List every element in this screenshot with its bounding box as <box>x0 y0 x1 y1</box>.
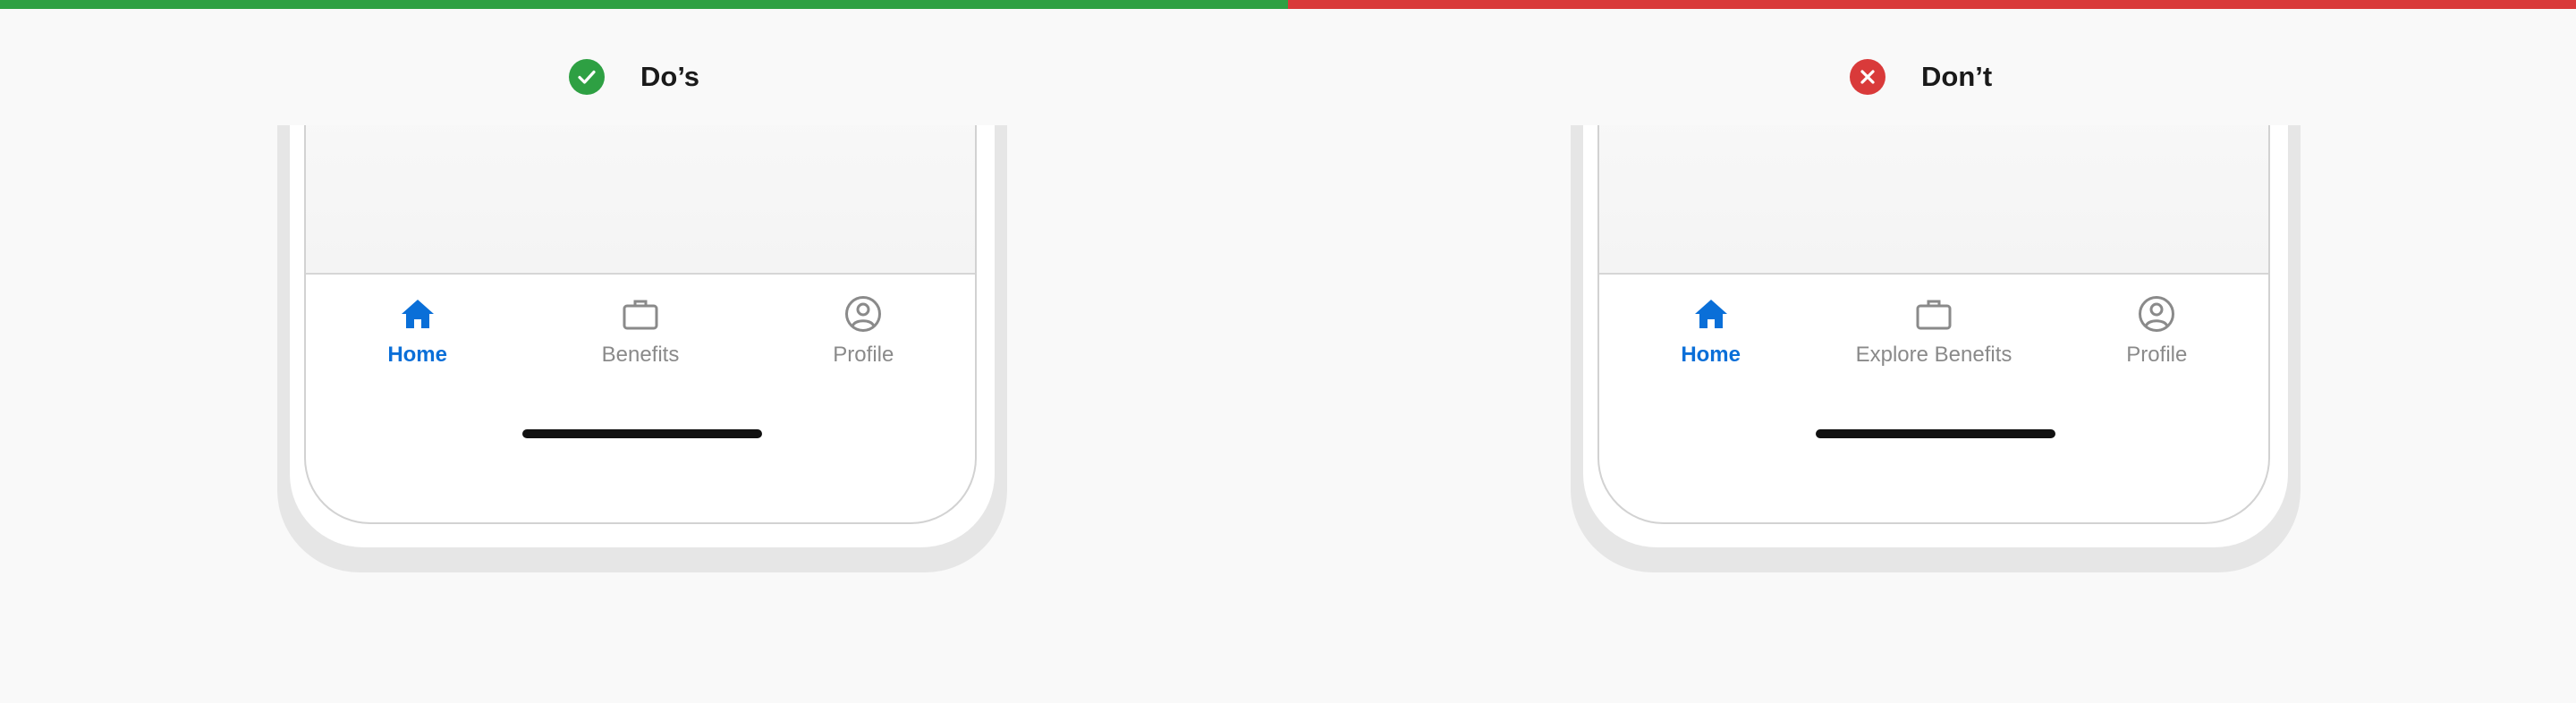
briefcase-icon <box>1914 294 1953 334</box>
dont-accent-bar <box>1288 0 2576 9</box>
home-icon <box>398 294 437 334</box>
dont-heading: Don’t <box>1850 57 1992 97</box>
cross-icon <box>1850 59 1885 95</box>
profile-icon <box>2137 294 2176 334</box>
do-phone-mockup: Home Benefits Profile <box>277 125 1007 572</box>
checkmark-icon <box>569 59 605 95</box>
dont-phone-mockup: Home Explore Benefits Profile <box>1571 125 2301 572</box>
screen-content-area <box>306 125 975 275</box>
tab-profile[interactable]: Profile <box>752 275 975 400</box>
home-indicator-bar[interactable] <box>1816 429 2055 438</box>
phone-screen: Home Explore Benefits Profile <box>1597 125 2270 524</box>
tab-profile[interactable]: Profile <box>2046 275 2268 400</box>
bottom-tab-bar: Home Explore Benefits Profile <box>1599 275 2268 400</box>
tab-home-label: Home <box>1681 343 1741 367</box>
tab-home[interactable]: Home <box>306 275 529 400</box>
briefcase-icon <box>621 294 660 334</box>
tab-explore-benefits-label: Explore Benefits <box>1855 343 2012 367</box>
profile-icon <box>843 294 883 334</box>
do-heading-text: Do’s <box>640 61 700 92</box>
home-icon <box>1691 294 1731 334</box>
do-accent-bar <box>0 0 1288 9</box>
tab-home[interactable]: Home <box>1599 275 1822 400</box>
home-indicator-bar[interactable] <box>522 429 762 438</box>
tab-home-label: Home <box>387 343 447 367</box>
phone-screen: Home Benefits Profile <box>304 125 977 524</box>
tab-profile-label: Profile <box>833 343 894 367</box>
dont-heading-text: Don’t <box>1921 61 1993 92</box>
tab-benefits[interactable]: Benefits <box>529 275 751 400</box>
screen-content-area <box>1599 125 2268 275</box>
tab-benefits-label: Benefits <box>601 343 680 367</box>
do-heading: Do’s <box>569 57 699 97</box>
tab-explore-benefits[interactable]: Explore Benefits <box>1822 275 2045 400</box>
tab-profile-label: Profile <box>2126 343 2188 367</box>
bottom-tab-bar: Home Benefits Profile <box>306 275 975 400</box>
